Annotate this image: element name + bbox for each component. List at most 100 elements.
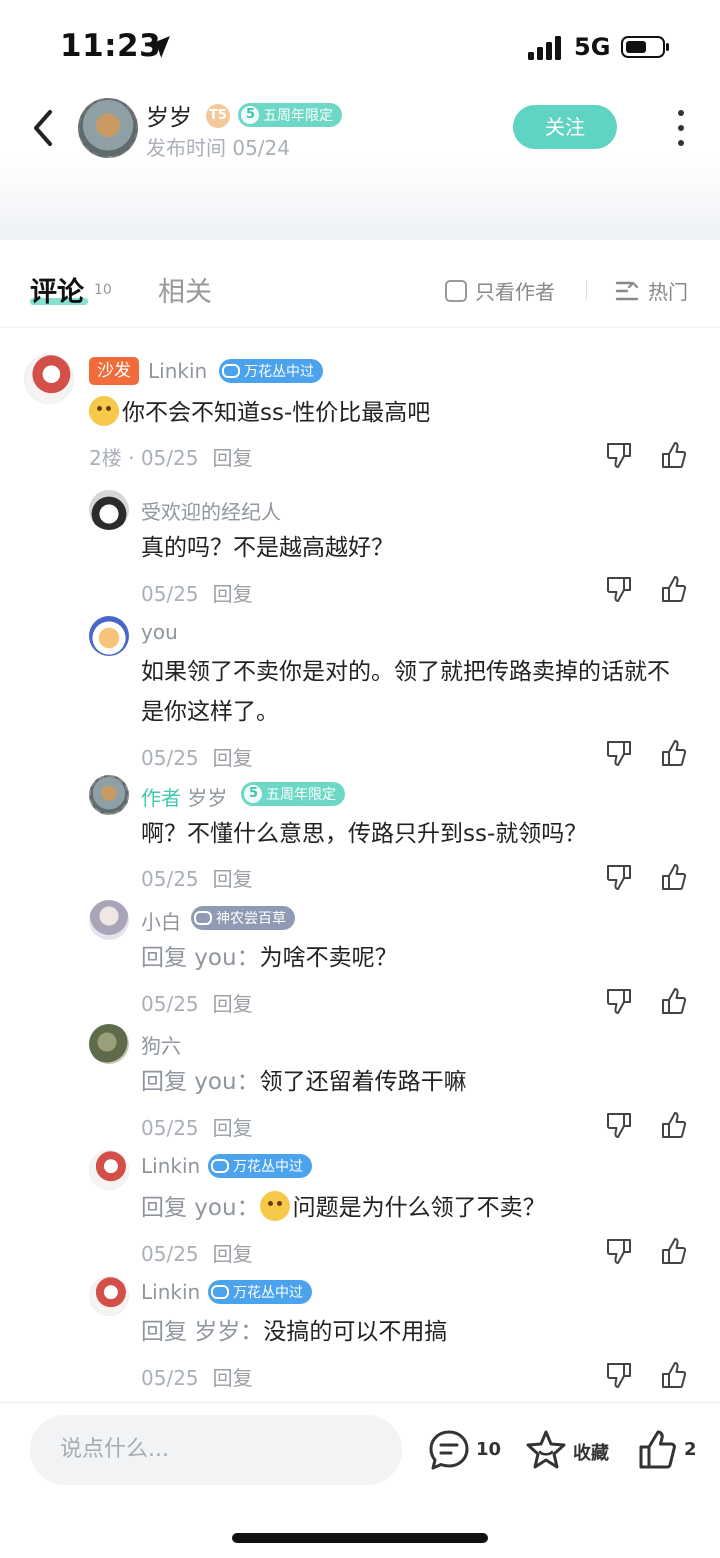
reply-meta: 05/25 回复 [141, 1116, 253, 1140]
rank-badge: T5 [206, 104, 230, 128]
more-options-icon[interactable] [674, 110, 688, 146]
anniversary-icon [241, 106, 259, 124]
comment-text: 你不会不知道ss-性价比最高吧 [89, 393, 430, 433]
dislike-icon[interactable] [604, 986, 634, 1016]
reply-text: 回复 you： 问题是为什么领了不卖？ [141, 1188, 546, 1228]
reply-button[interactable]: 回复 [213, 582, 253, 606]
username[interactable]: Linkin [141, 1280, 200, 1304]
like-icon[interactable] [659, 440, 689, 470]
reply-button[interactable]: 回复 [213, 992, 253, 1016]
username[interactable]: 狗六 [141, 1030, 181, 1059]
like-icon[interactable] [659, 574, 689, 604]
dislike-icon[interactable] [604, 1360, 634, 1390]
comment-tabs: 评论 10 相关 只看作者 热门 [0, 240, 720, 328]
reply-text: 回复 岁岁：没搞的可以不用搞 [141, 1319, 448, 1345]
anniversary-icon [244, 785, 262, 803]
username[interactable]: you [141, 620, 178, 644]
reply-text: 真的吗？不是越高越好？ [141, 535, 394, 561]
post-time: 发布时间 05/24 [146, 136, 290, 160]
reply-meta: 05/25 回复 [141, 1366, 253, 1390]
user-avatar[interactable] [89, 1024, 129, 1064]
user-avatar[interactable] [89, 1150, 129, 1190]
divider [586, 280, 587, 300]
author-avatar[interactable] [78, 98, 138, 158]
location-arrow-icon [148, 36, 170, 58]
reply-button[interactable]: 回复 [213, 1366, 253, 1390]
like-icon[interactable] [659, 738, 689, 768]
gamepad-icon [222, 364, 240, 378]
sort-hot-button[interactable]: 热门 [614, 276, 688, 305]
signal-icon [528, 36, 561, 60]
reply-meta: 05/25 回复 [141, 582, 253, 606]
tab-related[interactable]: 相关 [158, 270, 212, 309]
dislike-icon[interactable] [604, 574, 634, 604]
dislike-icon[interactable] [604, 862, 634, 892]
comments-count: 10 [94, 282, 112, 298]
like-icon[interactable] [636, 1428, 680, 1472]
like-icon[interactable] [659, 862, 689, 892]
user-avatar[interactable] [89, 1276, 129, 1316]
reply-meta: 05/25 回复 [141, 746, 253, 770]
post-header: 岁岁 T5 五周年限定 发布时间 05/24 关注 [0, 90, 720, 240]
reply-button[interactable]: 回复 [213, 746, 253, 770]
user-tag: 五周年限定 [241, 782, 345, 806]
dislike-icon[interactable] [604, 738, 634, 768]
author-tag: 五周年限定 [238, 103, 342, 127]
status-bar: 11:23 5G [0, 0, 720, 90]
user-tag: 万花丛中过 [219, 359, 323, 383]
like-icon[interactable] [659, 986, 689, 1016]
back-arrow-icon[interactable] [28, 108, 58, 148]
author-name[interactable]: 岁岁 [146, 98, 192, 132]
like-icon[interactable] [659, 1360, 689, 1390]
username[interactable]: Linkin [141, 1154, 200, 1178]
user-avatar[interactable] [89, 775, 129, 815]
username[interactable]: 作者 岁岁 [141, 782, 227, 811]
reply-text: 啊？不懂什么意思，传路只升到ss-就领吗？ [141, 821, 588, 847]
dislike-icon[interactable] [604, 1236, 634, 1266]
emoji-icon [259, 1191, 290, 1221]
reply-button[interactable]: 回复 [212, 446, 252, 470]
like-count: 2 [684, 1439, 697, 1460]
tab-comments[interactable]: 评论 [30, 270, 84, 309]
username[interactable]: 受欢迎的经纪人 [141, 496, 281, 525]
username[interactable]: 小白 [141, 906, 181, 935]
favorite-label[interactable]: 收藏 [573, 1439, 609, 1465]
reply-button[interactable]: 回复 [213, 1242, 253, 1266]
emoji-icon [89, 396, 119, 426]
reply-button[interactable]: 回复 [213, 1116, 253, 1140]
only-author-toggle[interactable]: 只看作者 [445, 276, 555, 305]
comment-count: 10 [476, 1439, 502, 1460]
author-label: 作者 [141, 786, 181, 810]
comment-list: 沙发 Linkin 万花丛中过 你不会不知道ss-性价比最高吧 2楼 · 05/… [0, 330, 720, 1402]
bottom-action-bar: 说点什么... 10 收藏 2 [0, 1402, 720, 1558]
home-indicator [232, 1533, 488, 1543]
like-icon[interactable] [659, 1110, 689, 1140]
battery-icon [621, 36, 669, 58]
gamepad-icon [211, 1285, 229, 1299]
gamepad-icon [194, 911, 212, 925]
dislike-icon[interactable] [604, 440, 634, 470]
user-avatar[interactable] [24, 354, 74, 404]
user-avatar[interactable] [89, 490, 129, 530]
comment-input[interactable]: 说点什么... [30, 1415, 402, 1485]
gamepad-icon [211, 1159, 229, 1173]
sort-icon [615, 280, 639, 300]
reply-meta: 05/25 回复 [141, 1242, 253, 1266]
reply-meta: 05/25 回复 [141, 992, 253, 1016]
reply-text: 回复 you：领了还留着传路干嘛 [141, 1069, 467, 1095]
username[interactable]: Linkin [148, 359, 207, 383]
reply-button[interactable]: 回复 [213, 867, 253, 891]
follow-button[interactable]: 关注 [513, 105, 617, 149]
comment-icon[interactable] [427, 1428, 471, 1472]
user-avatar[interactable] [89, 616, 129, 656]
reply-text: 如果领了不卖你是对的。领了就把传路卖掉的话就不是你这样了。 [141, 659, 670, 725]
reply-meta: 05/25 回复 [141, 867, 253, 891]
comment-meta: 2楼 · 05/25 回复 [89, 446, 253, 470]
user-tag: 万花丛中过 [208, 1280, 312, 1304]
like-icon[interactable] [659, 1236, 689, 1266]
user-avatar[interactable] [89, 900, 129, 940]
user-tag: 万花丛中过 [208, 1154, 312, 1178]
dislike-icon[interactable] [604, 1110, 634, 1140]
star-icon[interactable] [524, 1428, 568, 1472]
checkbox-icon[interactable] [445, 279, 467, 302]
